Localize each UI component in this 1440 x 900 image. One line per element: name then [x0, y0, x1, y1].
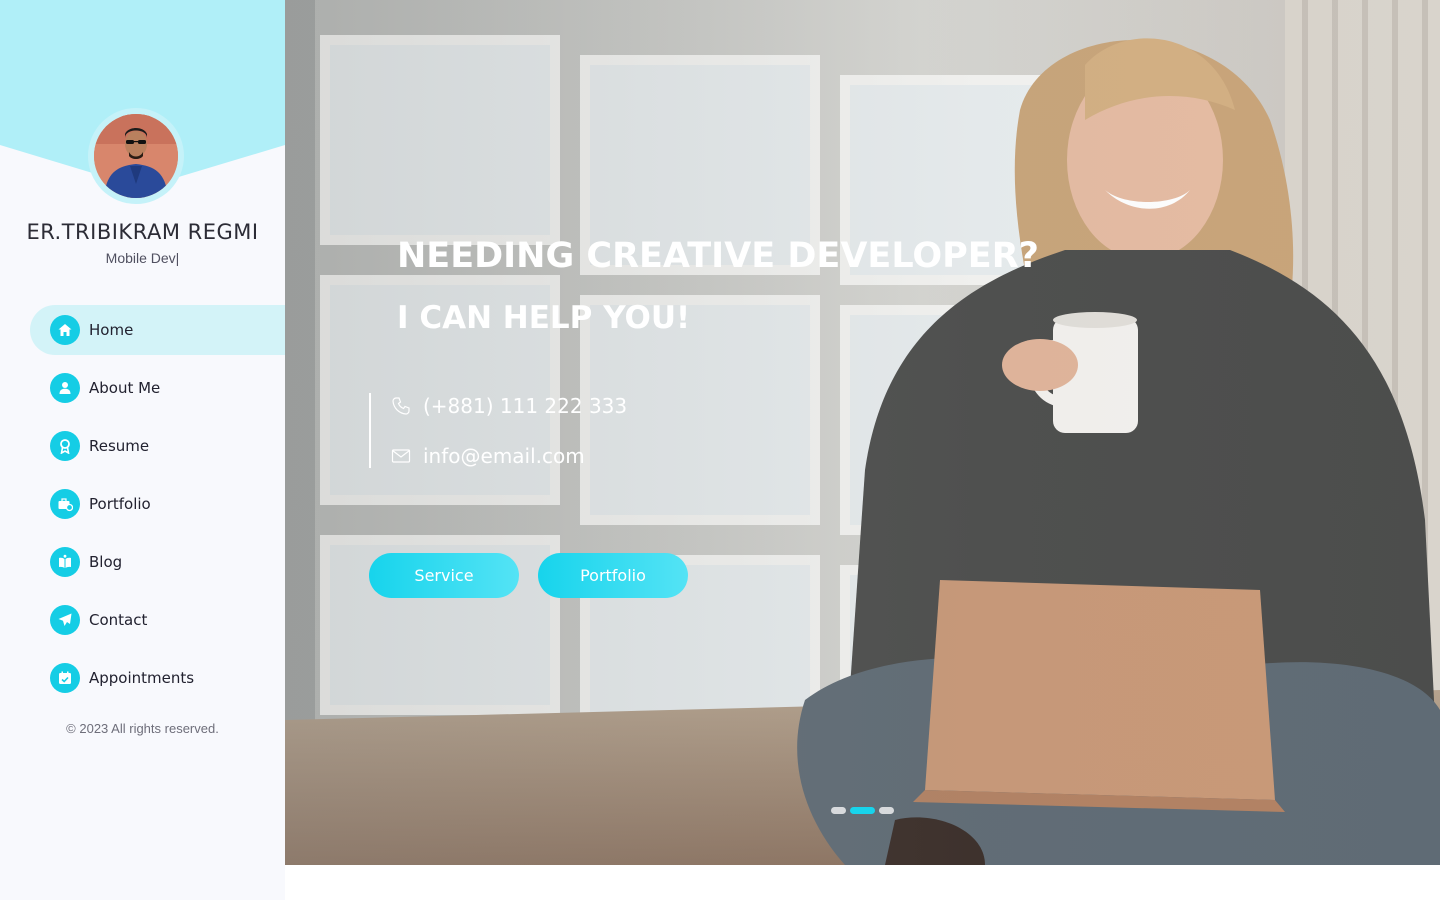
- sidebar-item-resume[interactable]: Resume: [30, 421, 285, 471]
- sidebar-item-contact[interactable]: Contact: [30, 595, 285, 645]
- sidebar-nav: Home About Me Resume Portfolio Blog Cont…: [30, 305, 285, 711]
- sidebar-item-home[interactable]: Home: [30, 305, 285, 355]
- avatar: [94, 114, 178, 198]
- sidebar-item-appointments[interactable]: Appointments: [30, 653, 285, 703]
- phone-icon: [392, 397, 410, 415]
- sidebar-item-label: Appointments: [89, 669, 195, 687]
- contact-info: (+881) 111 222 333 info@email.com: [369, 393, 627, 468]
- envelope-icon: [391, 449, 411, 463]
- phone-row: (+881) 111 222 333: [391, 393, 627, 419]
- slider-dot-3[interactable]: [879, 807, 894, 814]
- hero-subtitle: I CAN HELP YOU!: [397, 300, 691, 336]
- email-row: info@email.com: [391, 443, 627, 469]
- email-address: info@email.com: [423, 444, 585, 468]
- user-icon: [50, 373, 80, 403]
- slider-dot-2[interactable]: [850, 807, 875, 814]
- calendar-check-icon: [50, 663, 80, 693]
- sidebar-item-about-me[interactable]: About Me: [30, 363, 285, 413]
- profile-role: Mobile Dev|: [105, 250, 180, 266]
- sidebar-item-label: Home: [89, 321, 134, 339]
- briefcase-icon: [50, 489, 80, 519]
- sidebar-item-blog[interactable]: Blog: [30, 537, 285, 587]
- sidebar-item-label: Contact: [89, 611, 148, 629]
- service-button[interactable]: Service: [369, 553, 519, 598]
- sidebar-item-label: About Me: [89, 379, 161, 397]
- hero-title: NEEDING CREATIVE DEVELOPER?: [397, 236, 1039, 276]
- profile-name: ER.TRIBIKRAM REGMI: [26, 220, 259, 244]
- award-icon: [50, 431, 80, 461]
- phone-number: (+881) 111 222 333: [423, 394, 628, 418]
- copyright-text: © 2023 All rights reserved.: [66, 721, 219, 736]
- paper-plane-icon: [50, 605, 80, 635]
- sidebar-item-label: Portfolio: [89, 495, 151, 513]
- sidebar-item-portfolio[interactable]: Portfolio: [30, 479, 285, 529]
- sidebar-item-label: Resume: [89, 437, 150, 455]
- book-icon: [50, 547, 80, 577]
- portfolio-button[interactable]: Portfolio: [538, 553, 688, 598]
- slider-pagination: [831, 807, 894, 814]
- slider-dot-1[interactable]: [831, 807, 846, 814]
- home-icon: [50, 315, 80, 345]
- sidebar: ER.TRIBIKRAM REGMI Mobile Dev| Home Abou…: [0, 0, 285, 900]
- hero-slider: NEEDING CREATIVE DEVELOPER? I CAN HELP Y…: [285, 0, 1440, 865]
- sidebar-item-label: Blog: [89, 553, 123, 571]
